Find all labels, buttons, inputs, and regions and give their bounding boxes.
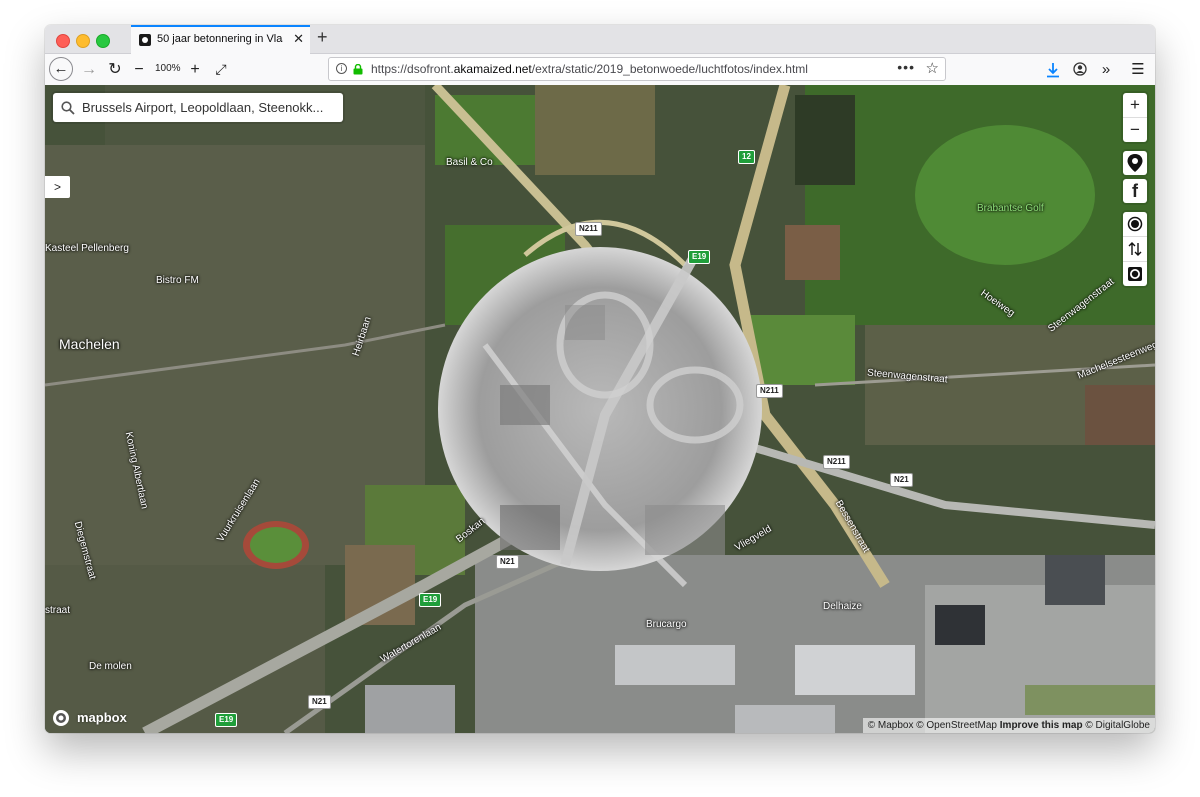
overflow-chevron-icon[interactable]: » xyxy=(1097,54,1115,85)
road-shield-n21: N21 xyxy=(308,695,331,709)
road-shield-n21: N21 xyxy=(496,555,519,569)
map-label-machelen: Machelen xyxy=(59,336,120,352)
view-historic-button[interactable] xyxy=(1123,261,1147,286)
menu-icon[interactable]: ☰ xyxy=(1129,54,1147,85)
map-label-straat: straat xyxy=(45,605,71,616)
tab-strip: 50 jaar betonnering in Vlaanderen ✕ + xyxy=(45,25,1155,54)
road-shield-r12: 12 xyxy=(738,150,755,164)
geolocate-control xyxy=(1123,151,1147,175)
satellite-imagery xyxy=(45,85,1155,733)
facebook-share-button[interactable]: f xyxy=(1123,179,1147,203)
road-shield-e19: E19 xyxy=(419,593,442,607)
circle-icon xyxy=(1127,216,1143,232)
map-label-kasteel: Kasteel Pellenberg xyxy=(45,243,129,254)
road-shield-n211: N211 xyxy=(823,455,850,469)
map-label-delhaize: Delhaize xyxy=(823,601,862,612)
map-zoom-in-button[interactable]: + xyxy=(1123,93,1147,117)
window-minimize-button[interactable] xyxy=(76,34,90,48)
lock-icon xyxy=(353,64,363,75)
location-pin-icon xyxy=(1127,154,1143,172)
zoom-level[interactable]: 100% xyxy=(155,63,181,74)
zoom-out-button[interactable]: − xyxy=(131,54,147,85)
search-icon xyxy=(61,101,75,115)
map-label-brucargo: Brucargo xyxy=(646,619,687,630)
map-attribution: © Mapbox © OpenStreetMap Improve this ma… xyxy=(862,718,1155,733)
map-view[interactable]: Brussels Airport, Leopoldlaan, Steenokk.… xyxy=(45,85,1155,733)
url-bar[interactable]: i https://dsofront.akamaized.net/extra/s… xyxy=(328,57,946,81)
page-actions-icon[interactable]: ••• xyxy=(897,59,915,75)
fullscreen-icon[interactable]: ⤢ xyxy=(211,54,231,85)
map-label-brabantse-golf: Brabantse Golf xyxy=(977,203,1044,214)
view-current-button[interactable] xyxy=(1123,212,1147,236)
navigation-bar: ← → ↻ − 100% + ⤢ i https://dsofront.akam… xyxy=(45,54,1155,86)
compare-controls xyxy=(1123,212,1147,286)
map-label-bistro: Bistro FM xyxy=(156,275,199,286)
road-shield-e19: E19 xyxy=(215,713,238,727)
improve-map-link[interactable]: Improve this map xyxy=(1000,720,1083,731)
geolocate-button[interactable] xyxy=(1123,151,1147,175)
window-close-button[interactable] xyxy=(56,34,70,48)
sidebar-toggle-button[interactable]: > xyxy=(45,176,70,198)
bookmark-star-icon[interactable]: ☆ xyxy=(926,59,939,77)
attribution-osm-link[interactable]: © OpenStreetMap xyxy=(916,720,997,731)
swap-arrows-icon[interactable] xyxy=(1123,236,1147,261)
tab-close-icon[interactable]: ✕ xyxy=(293,31,304,47)
attribution-mapbox-link[interactable]: © Mapbox xyxy=(868,720,914,731)
zoom-controls: + − xyxy=(1123,93,1147,142)
road-shield-n211: N211 xyxy=(756,384,783,398)
search-input[interactable]: Brussels Airport, Leopoldlaan, Steenokk.… xyxy=(82,100,323,115)
url-text[interactable]: https://dsofront.akamaized.net/extra/sta… xyxy=(371,62,808,76)
location-search[interactable]: Brussels Airport, Leopoldlaan, Steenokk.… xyxy=(53,93,343,122)
mapbox-logo-icon xyxy=(53,710,69,726)
map-label-de-molen: De molen xyxy=(89,661,132,672)
swap-icon xyxy=(1128,242,1142,256)
tab-favicon-icon xyxy=(139,34,151,46)
mapbox-wordmark: mapbox xyxy=(77,710,127,725)
downloads-icon[interactable] xyxy=(1046,62,1060,78)
road-shield-e19: E19 xyxy=(688,250,711,264)
share-control: f xyxy=(1123,179,1147,203)
reload-button[interactable]: ↻ xyxy=(105,54,125,85)
filled-circle-icon xyxy=(1128,267,1142,281)
back-button[interactable]: ← xyxy=(49,57,73,81)
info-icon[interactable]: i xyxy=(336,63,347,74)
browser-tab[interactable]: 50 jaar betonnering in Vlaanderen ✕ xyxy=(131,25,310,54)
zoom-in-button[interactable]: + xyxy=(185,54,205,85)
map-zoom-out-button[interactable]: − xyxy=(1123,117,1147,142)
road-shield-n21: N21 xyxy=(890,473,913,487)
window-maximize-button[interactable] xyxy=(96,34,110,48)
browser-window: 50 jaar betonnering in Vlaanderen ✕ + ← … xyxy=(45,25,1155,733)
forward-button[interactable]: → xyxy=(79,54,99,85)
new-tab-button[interactable]: + xyxy=(317,27,328,48)
account-icon[interactable] xyxy=(1073,62,1087,76)
attribution-digitalglobe-link[interactable]: © DigitalGlobe xyxy=(1085,720,1150,731)
tab-title: 50 jaar betonnering in Vlaanderen xyxy=(157,33,283,45)
road-shield-n211: N211 xyxy=(575,222,602,236)
map-label-basil: Basil & Co xyxy=(446,157,493,168)
